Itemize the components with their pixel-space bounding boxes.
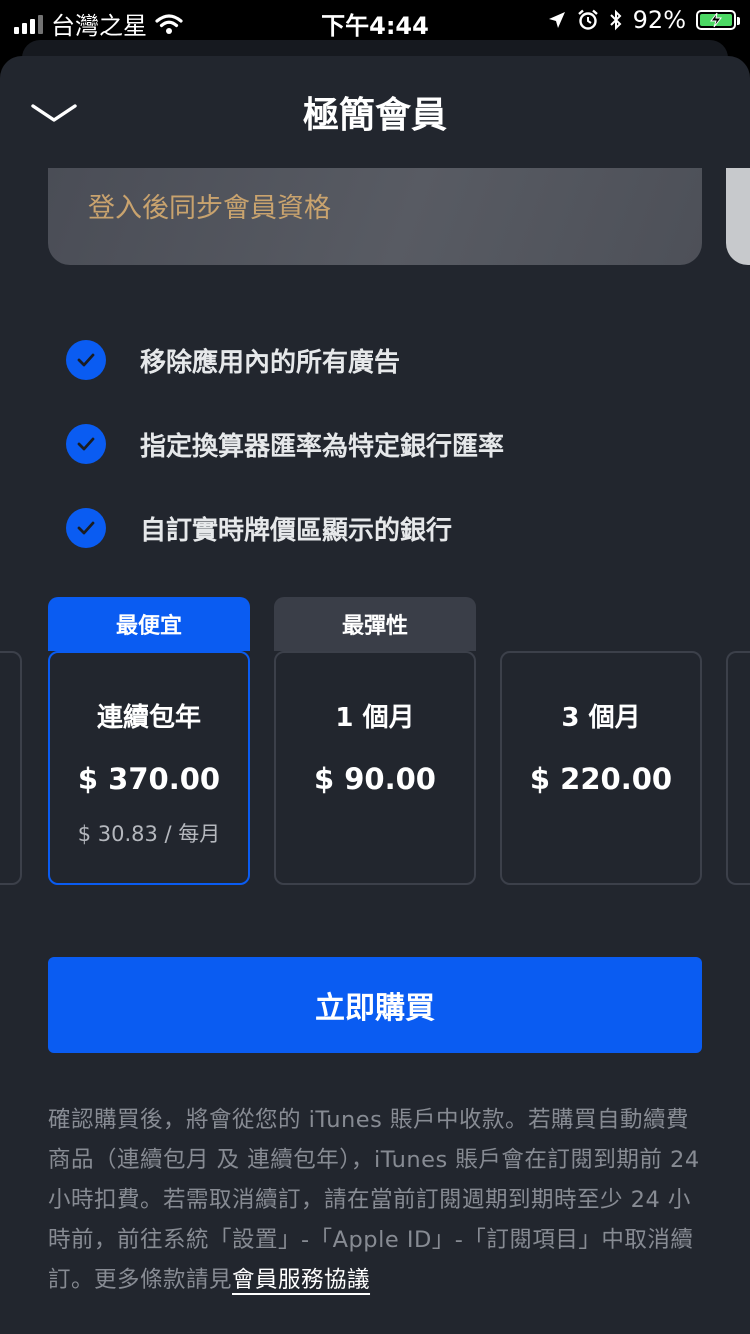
disclaimer-text: 確認購買後，將會從您的 iTunes 賬戶中收款。若購買自動續費商品（連續包月 … <box>48 1107 700 1293</box>
feature-item: 移除應用內的所有廣告 <box>66 318 706 402</box>
feature-label: 指定換算器匯率為特定銀行匯率 <box>140 431 505 462</box>
login-sync-banner[interactable]: 登入後同步會員資格 <box>48 168 702 265</box>
feature-item: 自訂實時牌價區顯示的銀行 <box>66 486 706 570</box>
plan-price: $ 370.00 <box>77 762 221 796</box>
checkmark-icon <box>66 424 106 464</box>
status-right: 92% <box>547 6 740 34</box>
buy-now-button[interactable]: 立即購買 <box>48 957 702 1053</box>
feature-item: 指定換算器匯率為特定銀行匯率 <box>66 402 706 486</box>
plan-body: 3 個月 $ 220.00 <box>500 651 702 885</box>
plan-tag: 最便宜 <box>48 597 250 651</box>
banner-text: 登入後同步會員資格 <box>88 193 331 224</box>
subscription-disclaimer: 確認購買後，將會從您的 iTunes 賬戶中收款。若購買自動續費商品（連續包月 … <box>48 1100 708 1300</box>
checkmark-icon <box>66 508 106 548</box>
plan-card-peek-right <box>726 651 750 885</box>
plan-card-3-month[interactable]: 3 個月 $ 220.00 <box>500 597 702 885</box>
location-arrow-icon <box>548 12 565 28</box>
plan-name: 連續包年 <box>96 703 201 733</box>
feature-list: 移除應用內的所有廣告 指定換算器匯率為特定銀行匯率 自訂實時牌價區顯示的銀行 <box>66 318 706 570</box>
battery-percentage: 92% <box>632 6 686 34</box>
battery-icon <box>696 10 740 30</box>
page-title: 極簡會員 <box>302 95 447 136</box>
checkmark-icon <box>66 340 106 380</box>
status-bar: 台灣之星 下午4:44 92% <box>0 0 750 40</box>
plan-name: 3 個月 <box>561 703 641 733</box>
plan-name: 1 個月 <box>335 703 415 733</box>
banner-next-peek <box>726 168 750 265</box>
membership-agreement-link[interactable]: 會員服務協議 <box>232 1267 370 1293</box>
plan-price: $ 220.00 <box>529 762 673 796</box>
plan-tag: 最彈性 <box>274 597 476 651</box>
plan-body: 連續包年 $ 370.00 $ 30.83 / 每月 <box>48 651 250 885</box>
feature-label: 移除應用內的所有廣告 <box>140 347 401 378</box>
feature-label: 自訂實時牌價區顯示的銀行 <box>140 515 453 546</box>
plan-card-1-month[interactable]: 最彈性 1 個月 $ 90.00 <box>274 597 476 885</box>
plan-body: 1 個月 $ 90.00 <box>274 651 476 885</box>
plan-card-yearly[interactable]: 最便宜 連續包年 $ 370.00 $ 30.83 / 每月 <box>48 597 250 885</box>
plan-price: $ 90.00 <box>313 762 436 796</box>
alarm-clock-icon <box>577 9 598 30</box>
plan-card-peek-left <box>0 651 22 885</box>
plan-per-month: $ 30.83 / 每月 <box>77 822 221 846</box>
bluetooth-icon <box>609 9 622 31</box>
membership-sheet: 極簡會員 登入後同步會員資格 移除應用內的所有廣告 指定換算器匯率為特定銀行匯率… <box>0 56 750 1334</box>
